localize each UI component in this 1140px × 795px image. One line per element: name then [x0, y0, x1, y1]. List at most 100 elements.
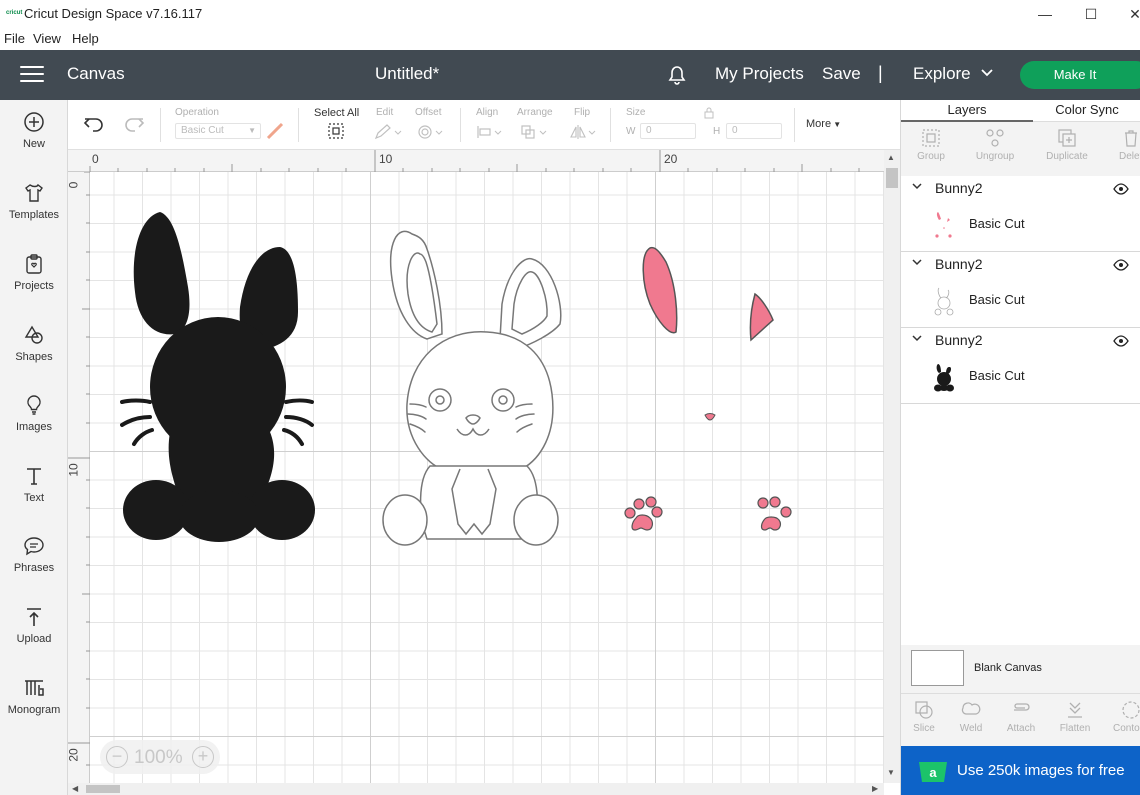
height-input[interactable]: 0 — [726, 123, 782, 139]
save-button[interactable]: Save — [822, 64, 861, 84]
tool-new[interactable]: New — [0, 110, 68, 170]
toolbar-divider — [298, 108, 299, 142]
minimize-button[interactable]: — — [1030, 4, 1060, 24]
bell-icon[interactable] — [666, 64, 688, 86]
explore-button[interactable]: Explore — [913, 64, 971, 84]
group-button[interactable]: Group — [901, 128, 961, 162]
contour-button[interactable]: Contour — [1107, 700, 1140, 734]
tool-images[interactable]: Images — [0, 393, 68, 453]
layer-thumbnail — [933, 362, 955, 392]
undo-icon[interactable] — [82, 115, 106, 140]
scroll-up-icon[interactable]: ▲ — [887, 153, 895, 162]
operation-select[interactable]: Basic Cut ▼ — [175, 123, 261, 139]
flatten-button[interactable]: Flatten — [1045, 700, 1105, 734]
scroll-right-icon[interactable]: ▶ — [872, 784, 878, 793]
hamburger-menu-icon[interactable] — [20, 66, 44, 84]
scroll-down-icon[interactable]: ▼ — [887, 768, 895, 777]
menu-help[interactable]: Help — [72, 31, 99, 46]
attach-button[interactable]: Attach — [991, 700, 1051, 734]
width-input[interactable]: 0 — [640, 123, 696, 139]
eye-icon[interactable] — [1113, 334, 1129, 352]
redo-icon[interactable] — [122, 115, 146, 140]
close-button[interactable]: ✕ — [1120, 4, 1140, 24]
zoom-out-button[interactable]: − — [106, 746, 128, 768]
more-button[interactable]: More ▼ — [806, 118, 841, 130]
promo-banner[interactable]: a Use 250k images for free — [901, 746, 1140, 795]
canvas-color-swatch[interactable] — [911, 650, 964, 686]
chevron-down-icon[interactable] — [911, 256, 923, 271]
pencil-icon[interactable] — [374, 124, 402, 145]
layer-group[interactable]: Bunny2 Basic Cut — [901, 328, 1140, 404]
tab-color-sync[interactable]: Color Sync — [1033, 100, 1140, 122]
tool-images-label: Images — [15, 421, 53, 433]
blank-canvas-row[interactable]: Blank Canvas — [901, 645, 1140, 693]
layer-group-title: Bunny2 — [935, 256, 983, 272]
flip-icon[interactable] — [570, 124, 598, 145]
chevron-down-icon[interactable] — [979, 64, 995, 83]
header-separator: | — [878, 63, 883, 83]
color-swatch-icon[interactable] — [266, 122, 284, 145]
duplicate-label: Duplicate — [1046, 151, 1088, 162]
tool-upload[interactable]: Upload — [0, 605, 68, 665]
pink-ear-left[interactable] — [640, 244, 680, 336]
tool-projects[interactable]: Projects — [0, 252, 68, 312]
layer-group[interactable]: Bunny2 Basic Cut — [901, 176, 1140, 252]
arrange-icon[interactable] — [520, 124, 550, 145]
tool-phrases[interactable]: Phrases — [0, 534, 68, 594]
tool-monogram[interactable]: Monogram — [0, 676, 68, 736]
offset-icon[interactable] — [417, 124, 445, 145]
bunny-silhouette[interactable] — [120, 212, 320, 552]
ruler-label: 20 — [664, 152, 678, 166]
scroll-thumb[interactable] — [886, 168, 898, 188]
paw-print-right[interactable] — [756, 494, 798, 534]
contour-icon — [1122, 701, 1140, 719]
ungroup-button[interactable]: Ungroup — [965, 128, 1025, 162]
tab-layers[interactable]: Layers — [901, 100, 1033, 122]
bunny-outline[interactable] — [382, 224, 572, 552]
speech-icon — [24, 537, 44, 556]
design-canvas[interactable] — [90, 172, 884, 783]
ruler-ticks — [89, 150, 860, 172]
make-it-button[interactable]: Make It — [1020, 61, 1140, 89]
contour-label: Contour — [1113, 723, 1140, 734]
edit-toolbar: Operation Basic Cut ▼ Select All Edit Of… — [68, 100, 900, 150]
ruler-vertical: 0 10 20 — [66, 172, 90, 785]
document-title[interactable]: Untitled* — [375, 64, 439, 84]
paw-print-left[interactable] — [622, 494, 664, 534]
scroll-thumb[interactable] — [86, 785, 120, 793]
menu-view[interactable]: View — [33, 31, 61, 46]
select-all-icon[interactable] — [327, 122, 345, 145]
maximize-button[interactable]: ☐ — [1076, 4, 1106, 24]
bulb-icon — [27, 395, 41, 415]
vertical-scrollbar[interactable]: ▲ ▼ — [884, 150, 900, 783]
layer-group[interactable]: Bunny2 Basic Cut — [901, 252, 1140, 328]
pink-ear-right[interactable] — [747, 290, 775, 342]
layer-thumbnail — [933, 210, 955, 240]
chevron-down-icon[interactable] — [911, 180, 923, 195]
eye-icon[interactable] — [1113, 258, 1129, 276]
menu-file[interactable]: File — [4, 31, 25, 46]
my-projects-button[interactable]: My Projects — [715, 64, 804, 84]
pink-nose[interactable] — [703, 412, 717, 422]
chevron-down-icon[interactable] — [911, 332, 923, 347]
ruler-horizontal: 0 10 20 — [68, 150, 884, 172]
duplicate-button[interactable]: Duplicate — [1037, 128, 1097, 162]
zoom-in-button[interactable]: + — [192, 746, 214, 768]
ruler-label: 10 — [379, 152, 393, 166]
cricut-access-icon: a — [917, 758, 949, 789]
tool-text[interactable]: Text — [0, 464, 68, 524]
eye-icon[interactable] — [1113, 182, 1129, 200]
zoom-level: 100% — [134, 747, 183, 768]
arrange-label: Arrange — [517, 107, 553, 118]
weld-icon — [961, 702, 981, 715]
delete-button[interactable]: Delete — [1107, 128, 1140, 162]
align-icon[interactable] — [476, 124, 504, 145]
lock-icon[interactable] — [704, 106, 714, 124]
horizontal-scrollbar[interactable]: ◀ ▶ — [68, 783, 884, 795]
flip-label: Flip — [574, 107, 591, 118]
tool-shapes[interactable]: Shapes — [0, 323, 68, 383]
scroll-left-icon[interactable]: ◀ — [72, 784, 78, 793]
attach-label: Attach — [1006, 723, 1036, 734]
tool-templates[interactable]: Templates — [0, 181, 68, 241]
tshirt-icon — [25, 183, 43, 202]
